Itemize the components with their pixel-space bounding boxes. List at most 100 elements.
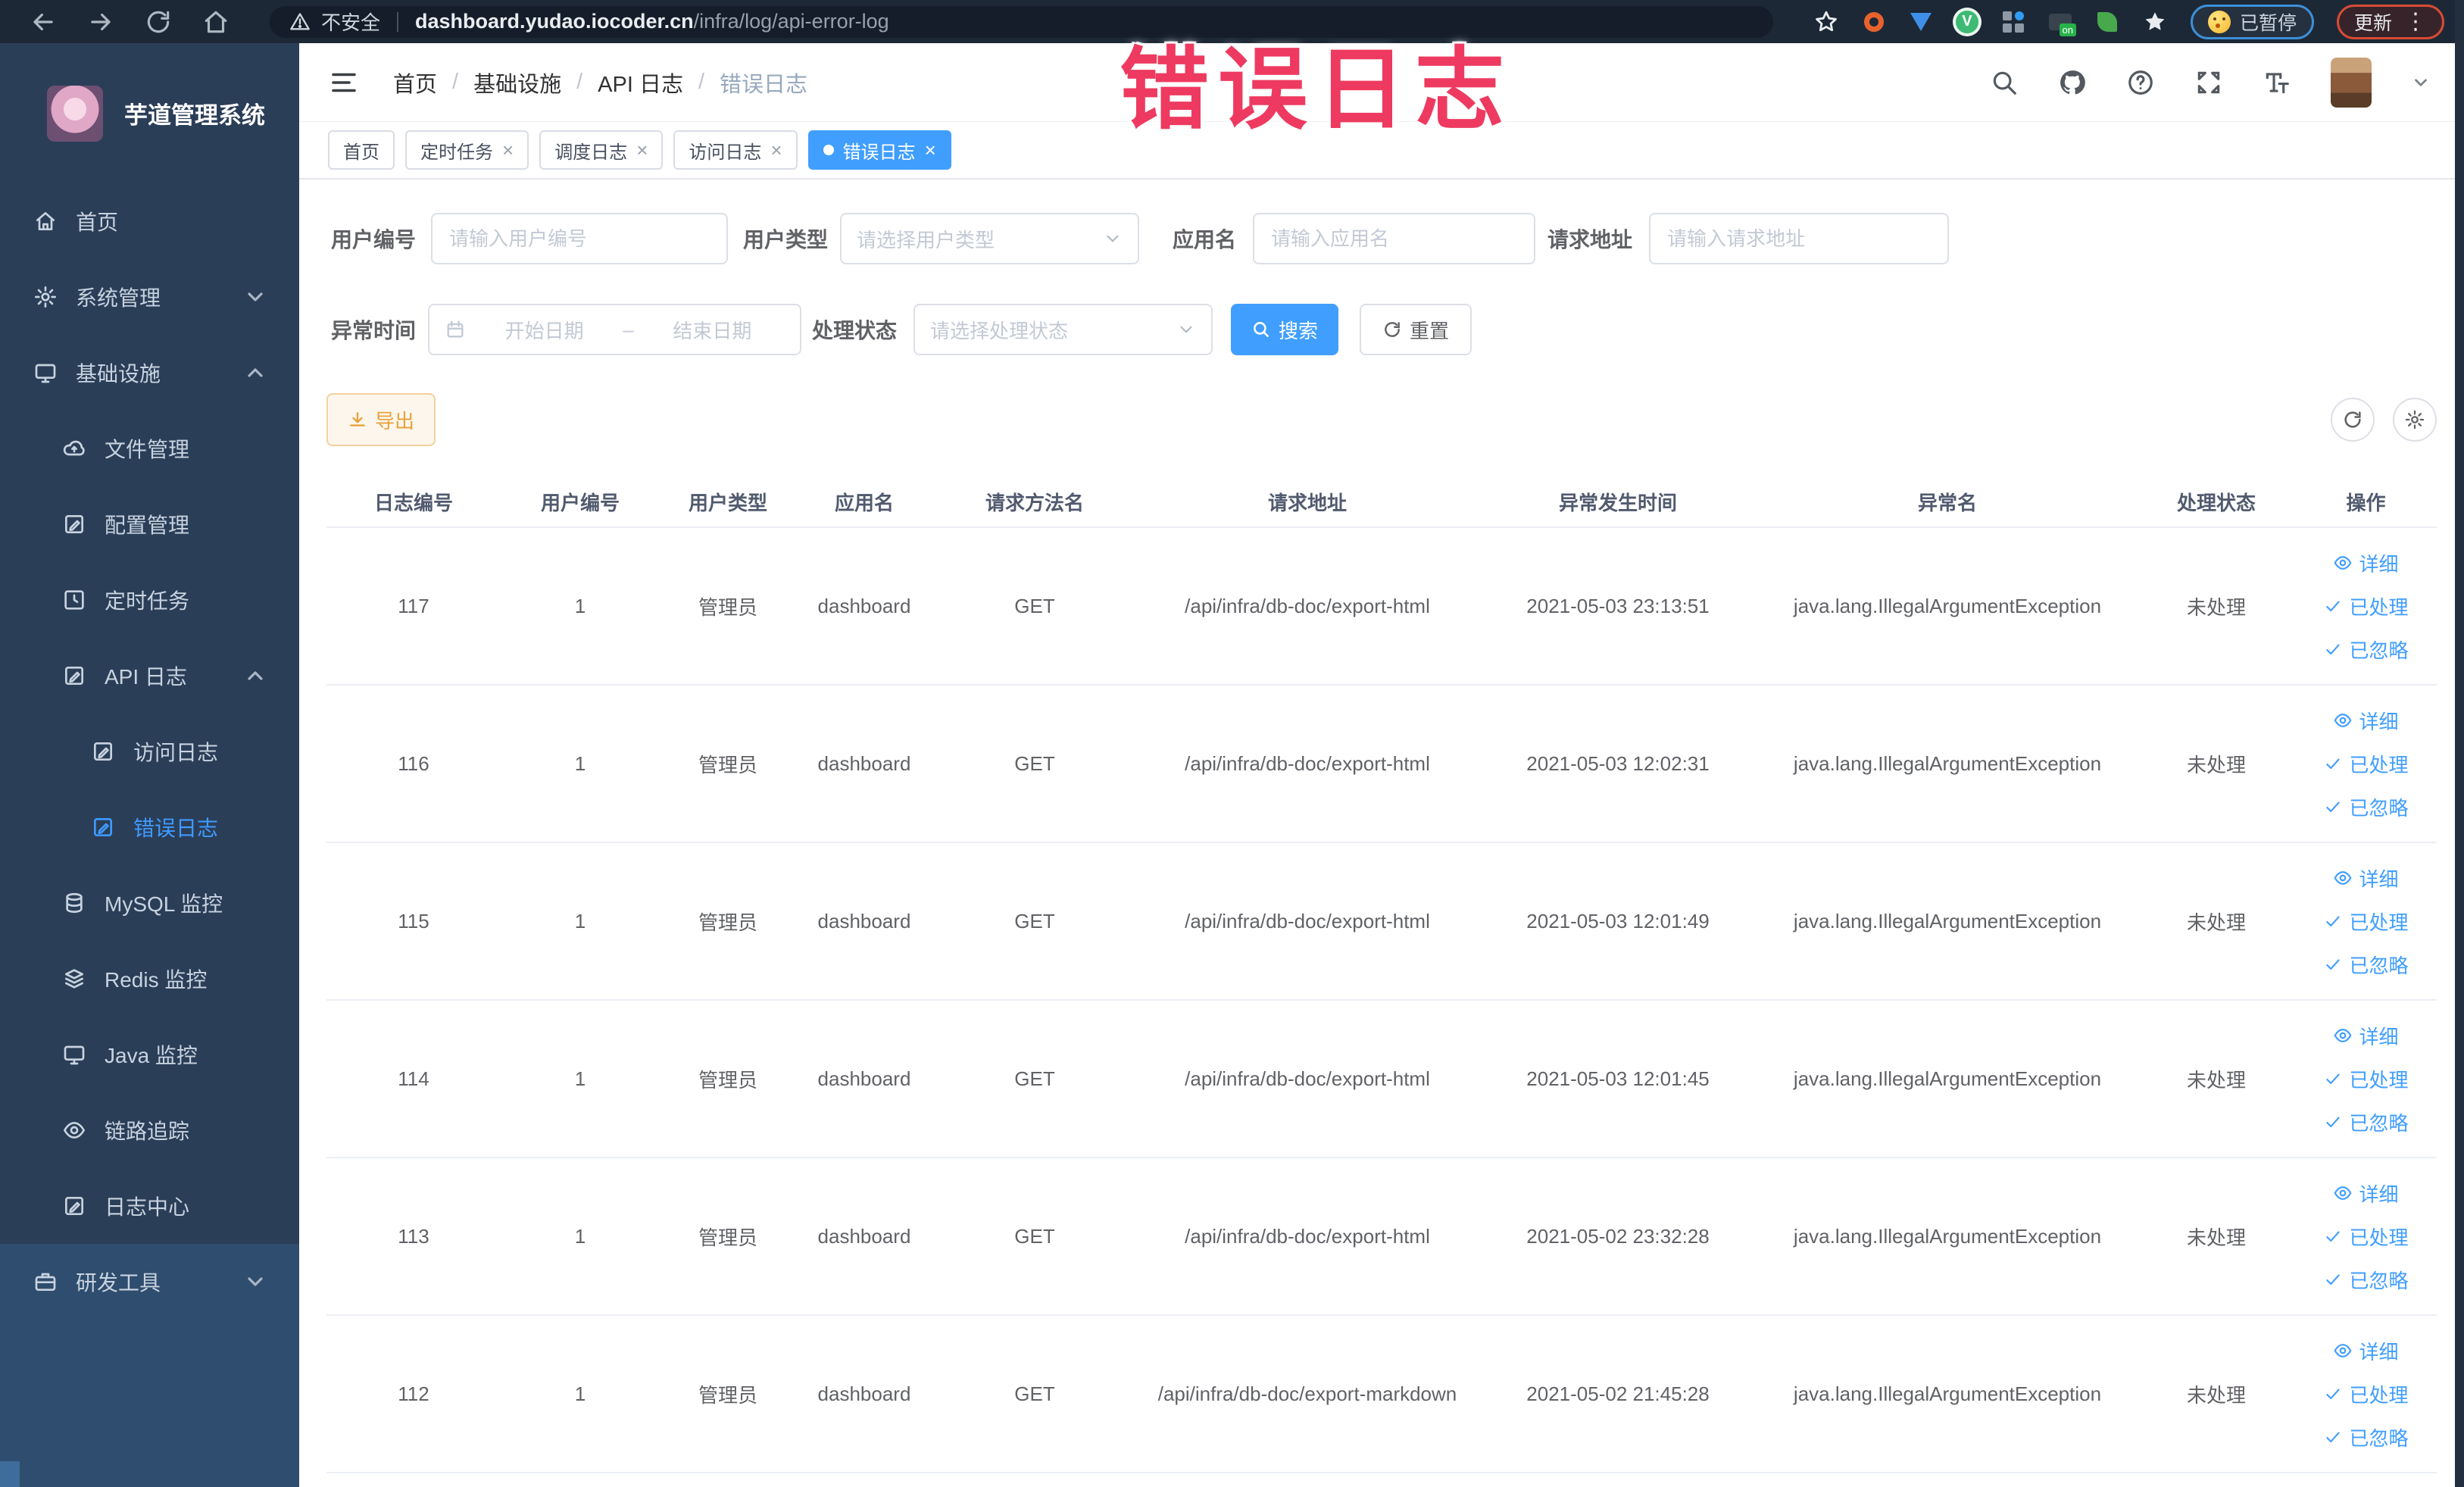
sidebar-item-api-log[interactable]: API 日志 <box>0 638 299 714</box>
avatar[interactable] <box>2331 57 2372 108</box>
action-已忽略[interactable]: 已忽略 <box>2323 1108 2409 1136</box>
refresh-table-button[interactable] <box>2331 398 2375 442</box>
search-icon[interactable] <box>1990 68 2019 97</box>
eye-icon <box>64 1122 85 1139</box>
cell-4: dashboard <box>817 594 911 617</box>
action-已处理[interactable]: 已处理 <box>2323 1065 2409 1093</box>
tag-定时任务[interactable]: 定时任务 × <box>405 130 529 170</box>
extension-grid-icon[interactable] <box>2001 10 2025 34</box>
font-size-icon[interactable] <box>2263 68 2291 97</box>
address-bar[interactable]: 不安全 dashboard.yudao.iocoder.cn/infra/log… <box>270 5 1773 38</box>
sidebar-item-job[interactable]: 定时任务 <box>0 562 299 638</box>
user-id-label: 用户编号 <box>331 228 417 251</box>
extension-switch-on-icon[interactable] <box>2048 10 2076 36</box>
extension-vue-devtools-icon[interactable]: V <box>1955 10 1978 33</box>
home-icon[interactable] <box>201 8 230 36</box>
extension-leaf-icon[interactable] <box>2095 10 2119 34</box>
chrome-update-button[interactable]: 更新 ⋮ <box>2336 4 2444 39</box>
sidebar-item-label: API 日志 <box>105 665 187 689</box>
action-已忽略[interactable]: 已忽略 <box>2323 636 2409 664</box>
sidebar-item-infra[interactable]: 基础设施 <box>0 335 299 411</box>
action-详细[interactable]: 详细 <box>2333 549 2399 577</box>
action-详细[interactable]: 详细 <box>2333 1179 2399 1207</box>
process-status-select[interactable]: 请选择处理状态 <box>913 304 1213 355</box>
reload-icon[interactable] <box>144 8 173 36</box>
refresh-icon <box>1385 322 1400 337</box>
breadcrumb-home[interactable]: 首页 <box>393 67 437 98</box>
sidebar-item-dev-tools[interactable]: 研发工具 <box>0 1244 299 1320</box>
github-icon[interactable] <box>2058 68 2087 97</box>
user-id-input[interactable] <box>431 213 729 264</box>
extension-star-icon[interactable] <box>2142 9 2168 35</box>
help-icon[interactable] <box>2126 68 2155 97</box>
hamburger-icon[interactable] <box>328 67 360 98</box>
home-icon <box>36 212 55 230</box>
action-已处理[interactable]: 已处理 <box>2323 1223 2409 1251</box>
extension-shield-icon[interactable] <box>1909 10 1933 34</box>
sidebar-item-home[interactable]: 首页 <box>0 183 299 259</box>
breadcrumb-infra[interactable]: 基础设施 <box>473 67 561 98</box>
cell-actions: 详细 已处理 已忽略 <box>2296 707 2436 821</box>
browser-menu-icon[interactable]: ⋮ <box>2401 10 2427 33</box>
column-settings-button[interactable] <box>2393 398 2437 442</box>
sidebar-item-access-log[interactable]: 访问日志 <box>0 714 299 789</box>
process-status-label: 处理状态 <box>812 319 898 342</box>
sidebar-item-trace[interactable]: 链路追踪 <box>0 1092 299 1168</box>
close-icon[interactable]: × <box>636 140 648 160</box>
window-scrollbar[interactable] <box>2455 0 2464 1487</box>
action-已处理[interactable]: 已处理 <box>2323 592 2409 620</box>
sidebar-item-mysql[interactable]: MySQL 监控 <box>0 865 299 941</box>
export-button[interactable]: 导出 <box>326 393 436 446</box>
close-icon[interactable]: × <box>925 140 936 160</box>
action-已忽略[interactable]: 已忽略 <box>2323 1423 2409 1451</box>
chevron-down-icon <box>1180 326 1192 333</box>
action-已处理[interactable]: 已处理 <box>2323 1380 2409 1408</box>
close-icon[interactable]: × <box>770 140 782 160</box>
cell-5: GET <box>1014 1224 1055 1248</box>
sidebar-item-system[interactable]: 系统管理 <box>0 259 299 335</box>
sidebar-logo[interactable]: 芋道管理系统 <box>0 43 299 183</box>
fullscreen-icon[interactable] <box>2194 68 2223 97</box>
column-header-4: 应用名 <box>834 491 894 514</box>
sidebar-item-file[interactable]: 文件管理 <box>0 411 299 486</box>
action-已忽略[interactable]: 已忽略 <box>2323 1266 2409 1294</box>
cell-1: 114 <box>398 1067 429 1090</box>
sidebar-item-java[interactable]: Java 监控 <box>0 1017 299 1092</box>
eye-icon <box>2334 556 2352 570</box>
app-name-input[interactable] <box>1253 213 1536 264</box>
request-url-input[interactable] <box>1649 213 1950 264</box>
extension-orange-icon[interactable] <box>1862 10 1886 34</box>
forward-icon[interactable] <box>86 8 115 36</box>
breadcrumb-api-log[interactable]: API 日志 <box>598 67 683 98</box>
sidebar-item-log-center[interactable]: 日志中心 <box>0 1168 299 1244</box>
action-已忽略[interactable]: 已忽略 <box>2323 951 2409 979</box>
cell-actions: 详细 已处理 已忽略 <box>2296 1179 2436 1294</box>
column-header-6: 请求地址 <box>1267 491 1347 514</box>
exception-time-range-picker[interactable]: 开始日期 – 结束日期 <box>428 304 802 355</box>
action-已忽略[interactable]: 已忽略 <box>2323 793 2409 821</box>
action-已处理[interactable]: 已处理 <box>2323 908 2409 936</box>
action-详细[interactable]: 详细 <box>2333 864 2399 892</box>
tag-错误日志[interactable]: 错误日志 × <box>807 130 951 170</box>
search-button[interactable]: 搜索 <box>1231 304 1339 355</box>
back-icon[interactable] <box>29 8 58 36</box>
bookmark-star-icon[interactable] <box>1813 9 1839 35</box>
close-icon[interactable]: × <box>502 140 514 160</box>
tag-访问日志[interactable]: 访问日志 × <box>673 130 798 170</box>
chevron-down-icon[interactable] <box>2411 73 2431 92</box>
user-type-select[interactable]: 请选择用户类型 <box>840 213 1140 264</box>
sidebar-item-error-log[interactable]: 错误日志 <box>0 789 299 865</box>
sidebar-item-redis[interactable]: Redis 监控 <box>0 941 299 1017</box>
check-icon <box>2326 959 2341 970</box>
sidebar-item-config[interactable]: 配置管理 <box>0 486 299 562</box>
url-domain: dashboard.yudao.iocoder.cn <box>415 10 694 33</box>
action-详细[interactable]: 详细 <box>2333 1022 2399 1050</box>
cell-8: java.lang.IllegalArgumentException <box>1793 1382 2102 1405</box>
action-已处理[interactable]: 已处理 <box>2323 750 2409 778</box>
profile-paused-chip[interactable]: 已暂停 <box>2190 4 2314 39</box>
tag-调度日志[interactable]: 调度日志 × <box>539 130 664 170</box>
action-详细[interactable]: 详细 <box>2333 707 2399 735</box>
tag-首页[interactable]: 首页 <box>328 130 395 170</box>
action-详细[interactable]: 详细 <box>2333 1337 2399 1365</box>
reset-button[interactable]: 重置 <box>1360 304 1472 355</box>
